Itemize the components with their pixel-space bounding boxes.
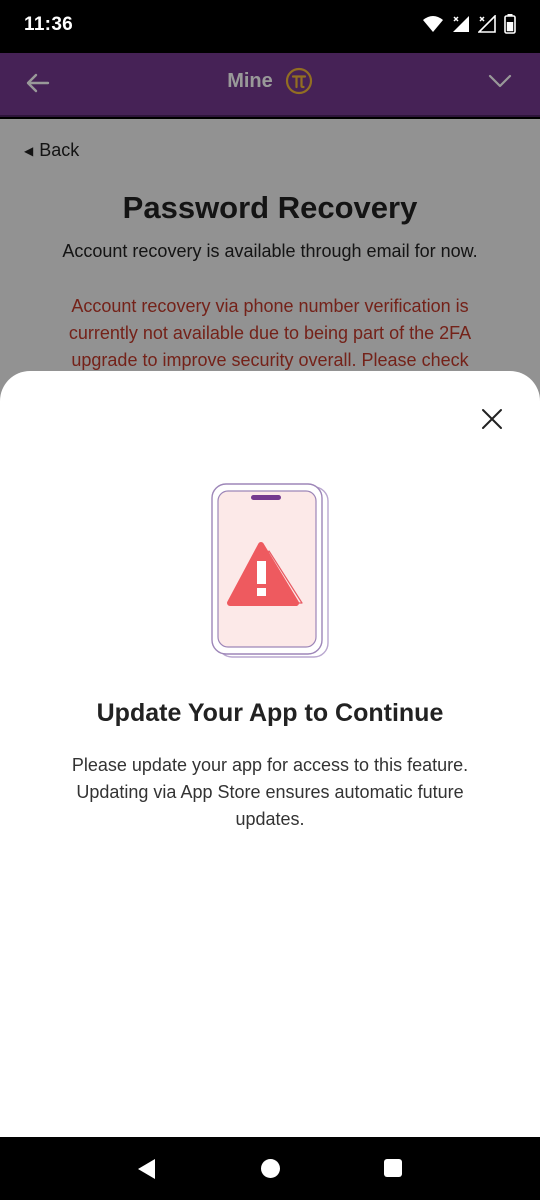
- nav-home-icon[interactable]: [261, 1159, 280, 1178]
- status-time: 11:36: [24, 14, 74, 35]
- signal-no-data-icon: [478, 15, 496, 33]
- status-icons: [422, 14, 516, 34]
- modal-description: Please update your app for access to thi…: [71, 755, 469, 829]
- phone-warning-icon: [211, 483, 329, 658]
- signal-icon: [453, 16, 469, 32]
- nav-back-icon[interactable]: [137, 1159, 157, 1179]
- update-app-sheet: Update Your App to Continue Please updat…: [0, 371, 540, 1137]
- modal-title: Update Your App to Continue: [96, 699, 444, 727]
- system-nav-bar: [0, 1137, 540, 1200]
- wifi-icon: [423, 16, 443, 32]
- close-button[interactable]: [480, 407, 504, 431]
- status-bar: 11:36: [0, 0, 540, 53]
- close-icon: [482, 409, 502, 429]
- battery-icon: [504, 14, 516, 34]
- nav-recents-icon[interactable]: [384, 1159, 402, 1177]
